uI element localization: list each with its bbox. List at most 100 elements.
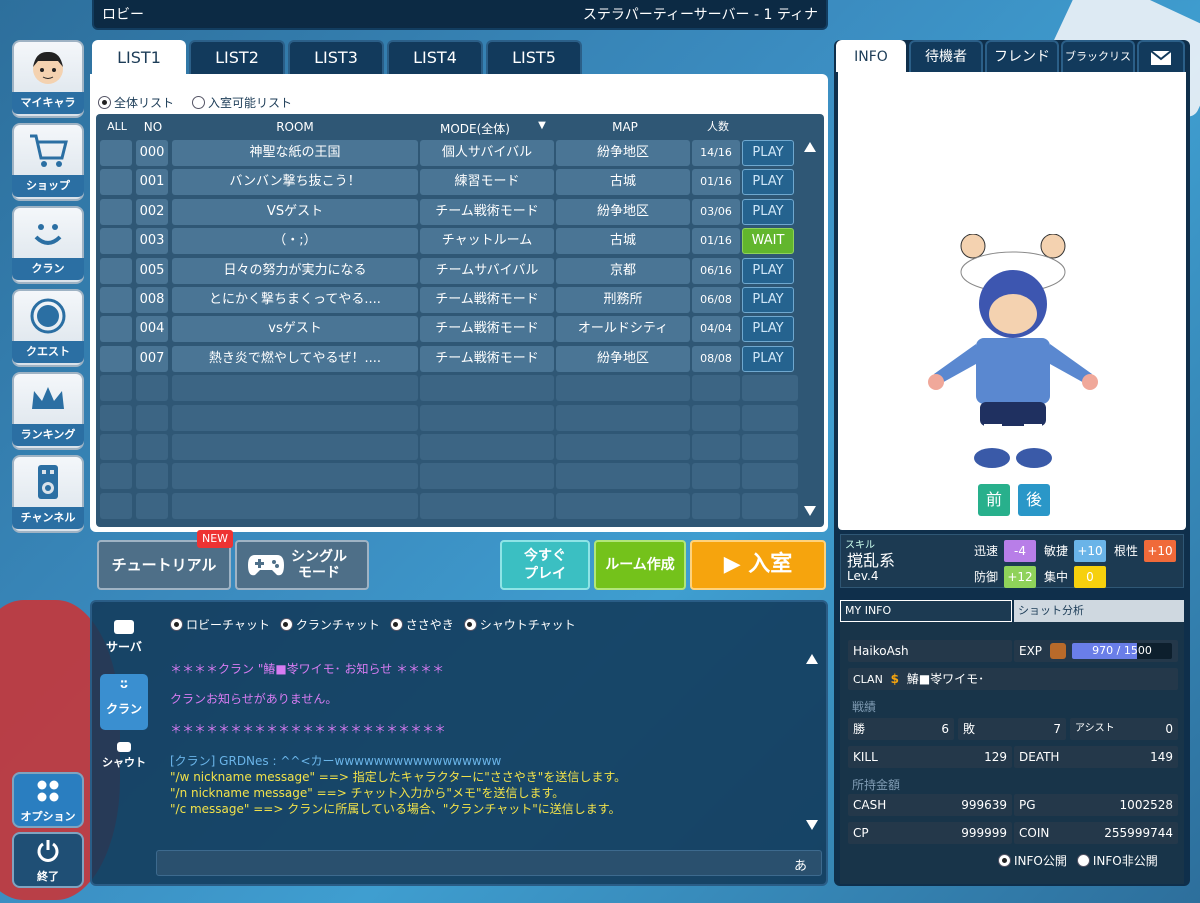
lose-value: 7: [1053, 722, 1061, 736]
chat-side-server[interactable]: サーバ: [98, 620, 150, 655]
cell-action: [742, 492, 798, 519]
header-map: MAP: [612, 120, 638, 134]
kill-label: KILL: [853, 750, 878, 764]
cell-map: [556, 492, 690, 519]
chat-scroll-down-icon[interactable]: [806, 820, 818, 830]
tab-list5[interactable]: LIST5: [486, 40, 582, 74]
nav-quest-button[interactable]: クエスト: [12, 289, 84, 367]
cell-mode: [420, 434, 554, 460]
coin-field: COIN 255999744: [1014, 822, 1178, 844]
tab-list1[interactable]: LIST1: [92, 40, 186, 74]
character-avatar: [928, 234, 1098, 468]
scroll-down-icon[interactable]: [804, 506, 816, 516]
room-action-button[interactable]: PLAY: [742, 140, 794, 166]
filter-all-radio[interactable]: 全体リスト: [98, 94, 174, 111]
room-action-button[interactable]: PLAY: [742, 198, 794, 225]
info-public-label: INFO公開: [1014, 854, 1067, 868]
cell-room: 神聖な紙の王国: [172, 140, 418, 166]
room-action-button[interactable]: PLAY: [742, 169, 794, 196]
single-mode-button[interactable]: シングル モード: [235, 540, 369, 590]
enter-room-label: ▶ 入室: [723, 552, 793, 577]
subtab-shot-analysis[interactable]: ショット分析: [1014, 600, 1184, 622]
info-public-radio[interactable]: INFO公開: [998, 852, 1067, 869]
subtab-my-info[interactable]: MY INFO: [840, 600, 1012, 622]
speech-bubble-icon: [114, 620, 134, 634]
cell-sel: [100, 316, 132, 343]
cell-map: [556, 434, 690, 460]
back-view-button[interactable]: 後: [1018, 484, 1050, 516]
cell-action: [742, 463, 798, 490]
tab-list3[interactable]: LIST3: [288, 40, 384, 74]
room-action-button[interactable]: PLAY: [742, 257, 794, 284]
cell-sel: [100, 169, 132, 196]
crown-icon: [32, 387, 64, 409]
cell-count: [692, 492, 740, 519]
header-mode[interactable]: MODE(全体): [420, 120, 530, 137]
nav-my-character-button[interactable]: マイキャラ: [12, 40, 84, 118]
header-room: ROOM: [276, 120, 314, 134]
stat-label: 集中: [1044, 570, 1069, 584]
stat-value: +10: [1074, 540, 1106, 562]
room-action-button[interactable]: WAIT: [742, 228, 794, 255]
create-room-button[interactable]: ルーム作成: [594, 540, 686, 590]
tab-info[interactable]: INFO: [836, 40, 906, 72]
cell-mode: チーム戦術モード: [420, 287, 554, 313]
chat-channel-lobby[interactable]: ロビーチャット: [170, 616, 270, 633]
chat-channel-label: ロビーチャット: [186, 618, 270, 632]
cp-field: CP 999999: [848, 822, 1012, 844]
mode-dropdown-icon[interactable]: ▼: [536, 120, 548, 131]
nav-channel-button[interactable]: チャンネル: [12, 455, 84, 533]
nav-exit-button[interactable]: 終了: [12, 832, 84, 888]
cell-map: [556, 463, 690, 490]
chat-side-shout[interactable]: シャウト: [98, 742, 150, 770]
stat-value: -4: [1004, 540, 1036, 562]
scroll-up-icon[interactable]: [804, 142, 816, 152]
filter-available-radio[interactable]: 入室可能リスト: [192, 94, 292, 111]
mail-icon: [1150, 50, 1172, 65]
front-view-button[interactable]: 前: [978, 484, 1010, 516]
chat-channel-whisper[interactable]: ささやき: [389, 616, 454, 633]
cell-map: オールドシティ: [556, 316, 690, 343]
header-no: NO: [143, 120, 163, 134]
chat-scroll-up-icon[interactable]: [806, 654, 818, 664]
chat-channel-clan[interactable]: クランチャット: [279, 616, 380, 633]
room-action-button[interactable]: PLAY: [742, 316, 794, 343]
room-action-button[interactable]: PLAY: [742, 345, 794, 372]
radio-icon: [1076, 854, 1090, 867]
header-all[interactable]: ALL: [102, 120, 132, 133]
chat-message: ＊＊＊＊＊＊＊＊＊＊＊＊＊＊＊＊＊＊＊＊＊＊＊: [170, 722, 447, 736]
play-now-button[interactable]: 今すぐ プレイ: [500, 540, 590, 590]
nav-clan-button[interactable]: クラン: [12, 206, 84, 284]
tab-mail[interactable]: [1137, 40, 1185, 72]
room-table: ALL NO ROOM MODE(全体) ▼ MAP 人数 000 神聖な紙の王国…: [96, 114, 824, 527]
chat-channel-shout[interactable]: シャウトチャット: [463, 616, 576, 633]
enter-room-button[interactable]: ▶ 入室: [690, 540, 826, 590]
chat-side-clan[interactable]: ᵕ̈ クラン: [100, 674, 148, 730]
lose-label: 敗: [963, 722, 976, 736]
info-private-radio[interactable]: INFO非公開: [1076, 852, 1158, 869]
cell-sel: [100, 345, 132, 372]
tab-list4[interactable]: LIST4: [387, 40, 483, 74]
tab-list2[interactable]: LIST2: [189, 40, 285, 74]
chat-panel: サーバ ᵕ̈ クラン シャウト ロビーチャット クランチャット ささやき シャウ…: [90, 600, 828, 886]
cell-map: 古城: [556, 228, 690, 255]
grid-icon: [37, 780, 59, 802]
tab-waiting[interactable]: 待機者: [909, 40, 983, 72]
nav-options-button[interactable]: オプション: [12, 772, 84, 828]
cell-sel: [100, 463, 132, 490]
cell-mode: [420, 375, 554, 402]
chat-input[interactable]: あ: [156, 850, 822, 876]
chat-message: ＊＊＊＊クラン "鰆■岺ワイモ･ お知らせ ＊＊＊＊: [170, 662, 445, 676]
nav-ranking-button[interactable]: ランキング: [12, 372, 84, 450]
tab-blacklist[interactable]: ブラックリスト: [1061, 40, 1135, 93]
tutorial-label: チュートリアル: [111, 556, 217, 574]
cell-mode: チーム戦術モード: [420, 345, 554, 372]
tab-friends[interactable]: フレンド: [985, 40, 1059, 72]
coin-value: 255999744: [1104, 826, 1173, 840]
cell-no: [136, 463, 168, 490]
cell-count: 06/16: [692, 257, 740, 284]
nav-shop-button[interactable]: ショップ: [12, 123, 84, 201]
cell-map: 刑務所: [556, 287, 690, 313]
cell-mode: [420, 463, 554, 490]
room-action-button[interactable]: PLAY: [742, 287, 794, 313]
